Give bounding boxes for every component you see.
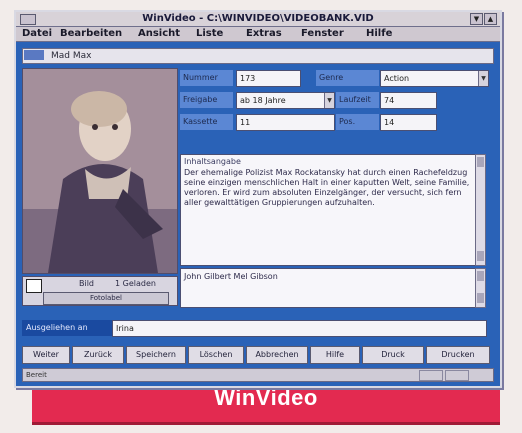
menu-fenster[interactable]: Fenster [301, 27, 344, 41]
movie-photo-image [23, 69, 177, 273]
description-scrollbar[interactable] [475, 154, 486, 266]
photo-controls: Bild 1 Geladen Fotolabel [22, 276, 178, 306]
maximize-icon[interactable]: ▲ [484, 13, 497, 25]
movie-photo [22, 68, 178, 274]
app-window: WinVideo - C:\WINVIDEO\VIDEOBANK.VID ▼ ▲… [14, 10, 502, 388]
photo-label-a: Bild [79, 279, 95, 288]
genre-select[interactable]: Action ▼ [380, 70, 489, 87]
record-title: Mad Max [51, 51, 92, 61]
status-bar: Bereit [22, 368, 494, 382]
scroll-down-icon[interactable] [477, 251, 484, 261]
status-text: Bereit [26, 371, 47, 379]
menu-datei[interactable]: Datei [22, 27, 52, 41]
freigabe-value: ab 18 Jahre [240, 96, 286, 105]
menu-extras[interactable]: Extras [246, 27, 282, 41]
label-position: Pos. [336, 114, 379, 130]
cancel-button[interactable]: Abbrechen [246, 346, 308, 364]
laufzeit-field[interactable]: 74 [380, 92, 437, 109]
menu-hilfe[interactable]: Hilfe [366, 27, 392, 41]
description-text: Der ehemalige Polizist Max Rockatansky h… [184, 168, 470, 207]
photo-label-b: 1 Geladen [115, 279, 156, 288]
help-button[interactable]: Hilfe [310, 346, 360, 364]
record-title-bar: Mad Max [22, 48, 494, 64]
window-title: WinVideo - C:\WINVIDEO\VIDEOBANK.VID [142, 13, 374, 24]
label-kassette: Kassette [180, 114, 233, 130]
status-cell [445, 370, 469, 381]
client-area: Mad Max Nummer 173 Genre Action ▼ Freiga… [16, 42, 500, 386]
description-textarea[interactable]: Inhaltsangabe Der ehemalige Polizist Max… [180, 154, 486, 266]
menu-liste[interactable]: Liste [196, 27, 223, 41]
chevron-down-icon[interactable]: ▼ [478, 71, 488, 86]
scroll-up-icon[interactable] [477, 157, 484, 167]
title-bar: WinVideo - C:\WINVIDEO\VIDEOBANK.VID ▼ ▲ [16, 12, 500, 27]
menu-ansicht[interactable]: Ansicht [138, 27, 180, 41]
loan-input[interactable]: Irina [112, 320, 487, 337]
scroll-up-icon[interactable] [477, 271, 484, 281]
print-preview-button[interactable]: Druck [362, 346, 424, 364]
photo-button[interactable]: Fotolabel [43, 292, 169, 305]
photo-nav-button[interactable] [26, 279, 42, 293]
position-field[interactable]: 14 [380, 114, 437, 131]
cast-text: John Gilbert Mel Gibson [184, 272, 278, 281]
status-cell [419, 370, 443, 381]
delete-button[interactable]: Löschen [188, 346, 244, 364]
freigabe-select[interactable]: ab 18 Jahre ▼ [236, 92, 335, 109]
label-nummer: Nummer [180, 70, 233, 86]
caption-text: WinVideo [214, 385, 318, 410]
next-button[interactable]: Weiter [22, 346, 70, 364]
minimize-icon[interactable]: ▼ [470, 13, 483, 25]
label-freigabe: Freigabe [180, 92, 233, 108]
save-button[interactable]: Speichern [126, 346, 186, 364]
print-button[interactable]: Drucken [426, 346, 490, 364]
cast-textarea[interactable]: John Gilbert Mel Gibson [180, 268, 486, 308]
label-laufzeit: Laufzeit [336, 92, 379, 108]
button-row: Weiter Zurück Speichern Löschen Abbreche… [22, 346, 492, 364]
loan-label: Ausgeliehen an [22, 320, 112, 336]
label-genre: Genre [316, 70, 379, 86]
menu-bearbeiten[interactable]: Bearbeiten [60, 27, 122, 41]
scroll-down-icon[interactable] [477, 293, 484, 303]
description-title: Inhaltsangabe [184, 157, 241, 166]
back-button[interactable]: Zurück [72, 346, 124, 364]
menu-bar: Datei Bearbeiten Ansicht Liste Extras Fe… [16, 27, 500, 42]
nummer-field[interactable]: 173 [236, 70, 301, 87]
chevron-down-icon[interactable]: ▼ [324, 93, 334, 108]
cast-scrollbar[interactable] [475, 268, 486, 308]
record-icon [24, 50, 44, 60]
kassette-field[interactable]: 11 [236, 114, 335, 131]
genre-value: Action [384, 74, 410, 83]
